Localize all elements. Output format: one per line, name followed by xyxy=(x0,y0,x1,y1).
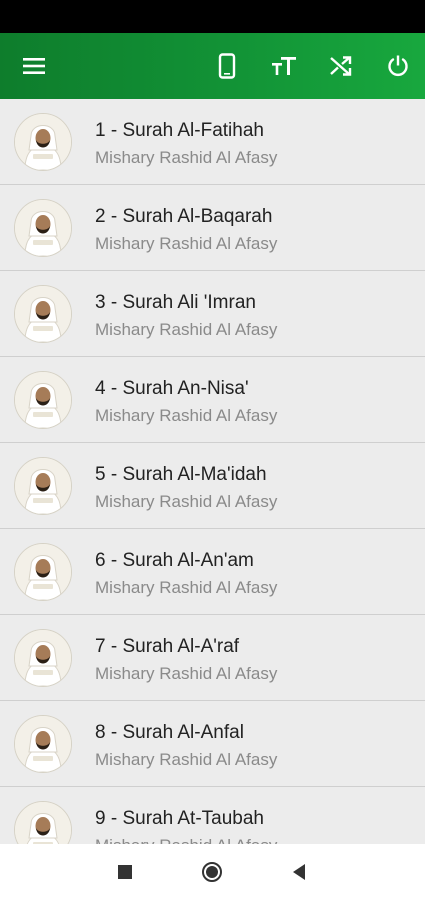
navigation-bar xyxy=(0,844,425,900)
surah-row[interactable]: 3 - Surah Ali 'Imran Mishary Rashid Al Af… xyxy=(0,271,425,357)
surah-title: 6 - Surah Al-An'am xyxy=(95,550,254,571)
surah-title: 5 - Surah Al-Ma'idah xyxy=(95,464,267,485)
surah-title: 7 - Surah Al-A'raf xyxy=(95,636,240,657)
home-circle-icon[interactable] xyxy=(200,860,224,884)
surah-title: 9 - Surah At-Taubah xyxy=(95,808,264,829)
reciter-name: Mishary Rashid Al Afasy xyxy=(95,148,278,167)
recents-square-icon[interactable] xyxy=(113,860,137,884)
reciter-avatar xyxy=(14,629,72,687)
surah-row[interactable]: 8 - Surah Al-Anfal Mishary Rashid Al Afas… xyxy=(0,701,425,787)
reciter-name: Mishary Rashid Al Afasy xyxy=(95,234,278,253)
phone-icon[interactable] xyxy=(212,51,242,81)
app-bar xyxy=(0,33,425,99)
reciter-avatar xyxy=(14,715,72,773)
reciter-avatar xyxy=(14,457,72,515)
surah-title: 3 - Surah Ali 'Imran xyxy=(95,292,256,313)
reciter-avatar xyxy=(14,285,72,343)
reciter-name: Mishary Rashid Al Afasy xyxy=(95,664,278,683)
surah-list[interactable]: 1 - Surah Al-Fatihah Mishary Rashid Al Af… xyxy=(0,99,425,844)
reciter-avatar xyxy=(14,371,72,429)
reciter-name: Mishary Rashid Al Afasy xyxy=(95,836,277,844)
status-bar xyxy=(0,0,425,33)
surah-title: 1 - Surah Al-Fatihah xyxy=(95,120,264,141)
power-icon[interactable] xyxy=(383,51,413,81)
surah-row[interactable]: 2 - Surah Al-Baqarah Mishary Rashid Al Af… xyxy=(0,185,425,271)
surah-row[interactable]: 7 - Surah Al-A'raf Mishary Rashid Al Afas… xyxy=(0,615,425,701)
surah-row[interactable]: 9 - Surah At-Taubah Mishary Rashid Al Afa… xyxy=(0,787,425,844)
reciter-avatar xyxy=(14,113,72,171)
reciter-avatar xyxy=(14,801,72,844)
reciter-name: Mishary Rashid Al Afasy xyxy=(95,750,278,769)
text-size-icon[interactable] xyxy=(269,51,299,81)
menu-icon[interactable] xyxy=(19,51,49,81)
surah-row[interactable]: 4 - Surah An-Nisa' Mishary Rashid Al Afas… xyxy=(0,357,425,443)
surah-row[interactable]: 1 - Surah Al-Fatihah Mishary Rashid Al Af… xyxy=(0,99,425,185)
surah-title: 8 - Surah Al-Anfal xyxy=(95,722,244,743)
surah-title: 2 - Surah Al-Baqarah xyxy=(95,206,273,227)
reciter-name: Mishary Rashid Al Afasy xyxy=(95,492,278,511)
reciter-name: Mishary Rashid Al Afasy xyxy=(95,406,278,425)
reciter-name: Mishary Rashid Al Afasy xyxy=(95,578,278,597)
reciter-avatar xyxy=(14,543,72,601)
surah-row[interactable]: 5 - Surah Al-Ma'idah Mishary Rashid Al Af… xyxy=(0,443,425,529)
surah-title: 4 - Surah An-Nisa' xyxy=(95,378,249,399)
reciter-name: Mishary Rashid Al Afasy xyxy=(95,320,278,339)
reciter-avatar xyxy=(14,199,72,257)
surah-row[interactable]: 6 - Surah Al-An'am Mishary Rashid Al Afas… xyxy=(0,529,425,615)
back-triangle-icon[interactable] xyxy=(287,860,311,884)
shuffle-icon[interactable] xyxy=(326,51,356,81)
